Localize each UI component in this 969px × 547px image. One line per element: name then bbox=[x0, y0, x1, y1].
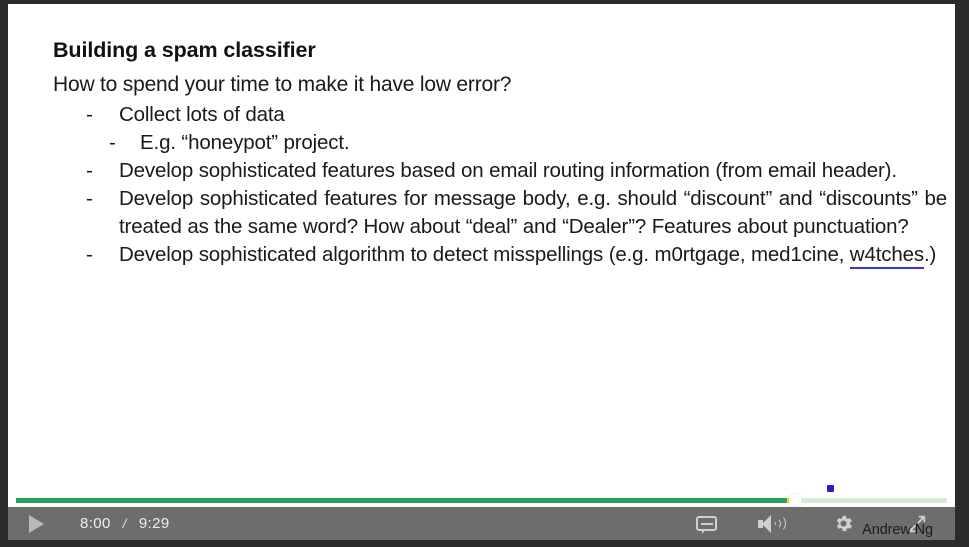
bullet-marker: - bbox=[109, 131, 116, 155]
progress-scrubber-handle[interactable] bbox=[789, 494, 803, 507]
bullet-marker: - bbox=[86, 103, 93, 126]
bullet-text: Develop sophisticated features for messa… bbox=[119, 187, 947, 239]
list-item: - Develop sophisticated features based o… bbox=[86, 157, 947, 185]
slide-subtitle: How to spend your time to make it have l… bbox=[53, 73, 512, 96]
bullet-marker: - bbox=[86, 243, 93, 267]
play-icon bbox=[28, 514, 44, 533]
settings-gear-icon bbox=[836, 515, 852, 532]
bullet-marker: - bbox=[86, 187, 93, 211]
volume-button[interactable] bbox=[735, 507, 807, 540]
bullet-text-before: Develop sophisticated algorithm to detec… bbox=[119, 243, 850, 267]
list-item: - E.g. “honeypot” project. bbox=[109, 129, 947, 157]
bullet-text-after: .) bbox=[923, 243, 937, 267]
bullet-text: E.g. “honeypot” project. bbox=[140, 131, 350, 155]
list-item: - Collect lots of data bbox=[86, 101, 947, 129]
annotated-word: w4tches bbox=[849, 243, 924, 270]
bullet-marker: - bbox=[86, 159, 93, 183]
progress-bar-area[interactable] bbox=[8, 493, 955, 507]
subtitles-tail-icon bbox=[701, 529, 706, 534]
bullet-text: Collect lots of data bbox=[119, 103, 285, 126]
progress-track[interactable] bbox=[16, 494, 947, 507]
bullet-text: Develop sophisticated features based on … bbox=[119, 159, 897, 183]
play-button[interactable] bbox=[8, 507, 60, 540]
total-time: 9:29 bbox=[138, 515, 170, 532]
current-time: 8:00 bbox=[80, 515, 111, 532]
subtitles-icon bbox=[695, 516, 717, 534]
slide-title: Building a spam classifier bbox=[53, 38, 316, 62]
chapter-marker-icon[interactable] bbox=[827, 485, 834, 492]
time-separator: / bbox=[122, 516, 127, 531]
progress-played bbox=[16, 498, 787, 503]
slide-content: Building a spam classifier How to spend … bbox=[8, 4, 955, 270]
list-item: - Develop sophisticated features for mes… bbox=[86, 185, 947, 241]
speaker-wave-3 bbox=[771, 514, 786, 532]
presenter-signature: Andrew Ng bbox=[862, 522, 933, 538]
speaker-cone bbox=[762, 514, 771, 533]
list-item: - Develop sophisticated algorithm to det… bbox=[86, 241, 947, 270]
time-display: 8:00 / 9:29 bbox=[80, 515, 170, 532]
slide-canvas[interactable]: Building a spam classifier How to spend … bbox=[8, 4, 955, 493]
subtitles-button[interactable] bbox=[677, 507, 735, 540]
bullet-text-annotated: Develop sophisticated algorithm to detec… bbox=[119, 241, 947, 270]
bullet-list: - Collect lots of data - E.g. “honeypot”… bbox=[53, 101, 947, 270]
player-control-bar: 8:00 / 9:29 Andrew Ng bbox=[8, 507, 955, 540]
video-player: Building a spam classifier How to spend … bbox=[0, 0, 969, 547]
volume-icon bbox=[758, 514, 786, 533]
